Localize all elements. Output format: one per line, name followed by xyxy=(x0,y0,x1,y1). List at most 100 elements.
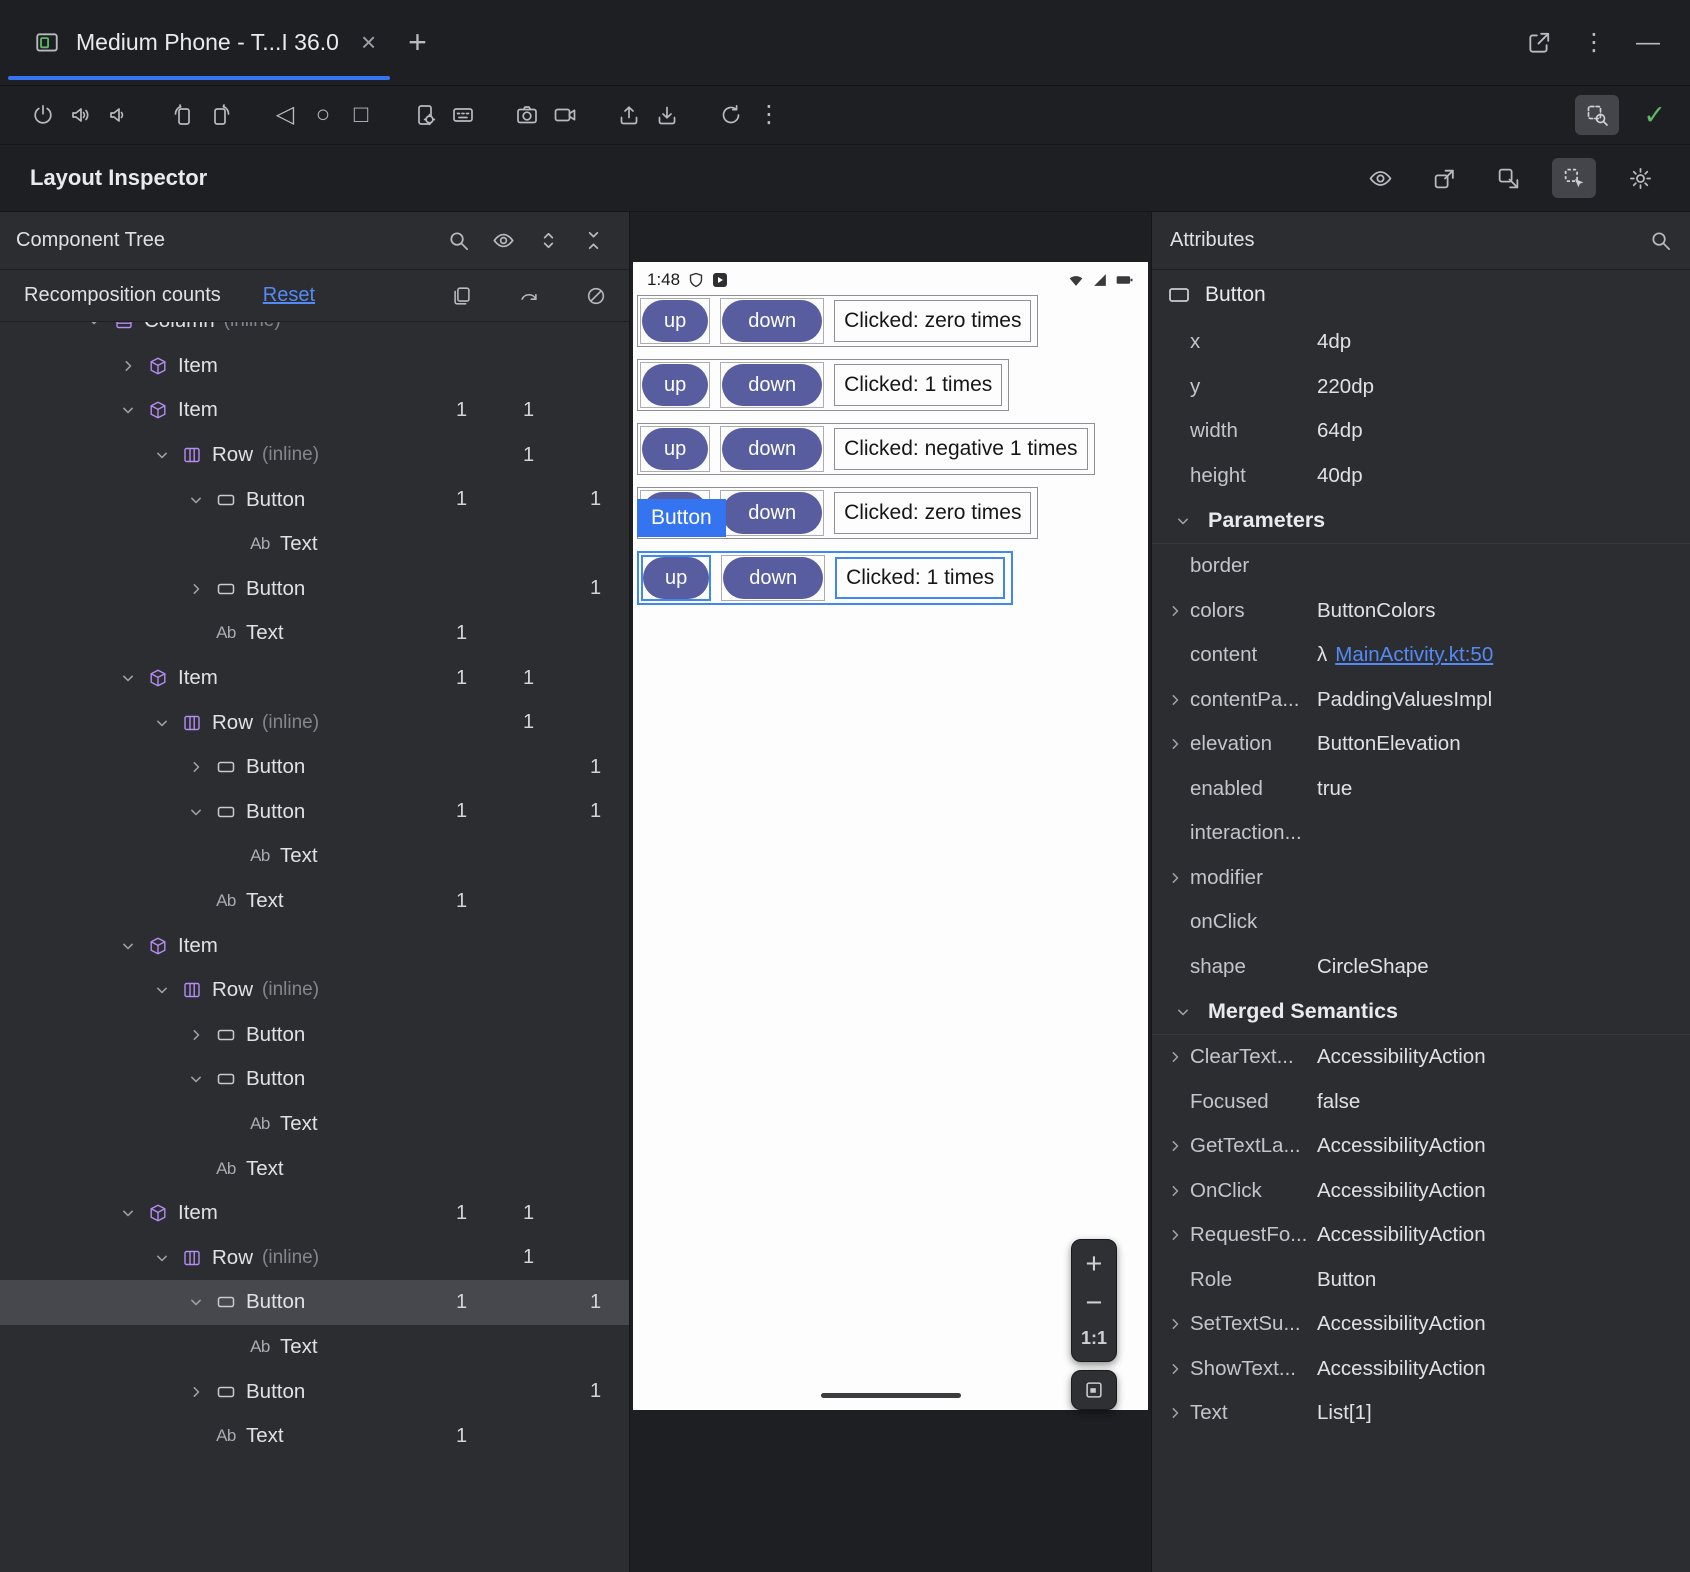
chevron-right-icon[interactable] xyxy=(181,1022,211,1048)
chevron-right-icon[interactable] xyxy=(1160,1124,1190,1169)
chevron-down-icon[interactable] xyxy=(113,933,143,959)
rotate-right-icon[interactable] xyxy=(202,95,240,135)
attr-row-x[interactable]: x4dp xyxy=(1152,320,1690,365)
tree-row-text[interactable]: AbText xyxy=(0,1325,629,1370)
chevron-right-icon[interactable] xyxy=(1160,589,1190,634)
select-component-icon[interactable] xyxy=(1552,158,1596,198)
power-icon[interactable] xyxy=(24,95,62,135)
attr-row-gettextla-[interactable]: GetTextLa...AccessibilityAction xyxy=(1152,1124,1690,1169)
collapse-all-icon[interactable] xyxy=(582,229,605,252)
chevron-right-icon[interactable] xyxy=(1160,1213,1190,1258)
tree-row-item[interactable]: Item11 xyxy=(0,1191,629,1236)
chevron-down-icon[interactable] xyxy=(79,322,109,334)
chevron-down-icon[interactable] xyxy=(147,1245,177,1271)
tab-close-icon[interactable]: × xyxy=(361,27,376,58)
screenshot-camera-icon[interactable] xyxy=(508,95,546,135)
tree-row-text[interactable]: AbText xyxy=(0,522,629,567)
chevron-down-icon[interactable] xyxy=(181,1066,211,1092)
tree-row-row[interactable]: Row(inline)1 xyxy=(0,700,629,745)
device-screen[interactable]: 1:48 updownClicked: zero timesupdownClic… xyxy=(633,262,1148,1410)
chevron-down-icon[interactable] xyxy=(147,710,177,736)
zoom-fit-button[interactable] xyxy=(1071,1370,1117,1410)
volume-down-icon[interactable] xyxy=(100,95,138,135)
attr-row-text[interactable]: TextList[1] xyxy=(1152,1391,1690,1436)
chevron-down-icon[interactable] xyxy=(181,1289,211,1315)
highlight-eye-icon[interactable] xyxy=(492,229,515,252)
overview-icon[interactable]: □ xyxy=(342,95,380,135)
attr-row-cleartext-[interactable]: ClearText...AccessibilityAction xyxy=(1152,1035,1690,1080)
chevron-down-icon[interactable] xyxy=(1168,508,1198,534)
tree-row-button[interactable]: Button1 xyxy=(0,745,629,790)
chevron-right-icon[interactable] xyxy=(1160,1169,1190,1214)
tree-row-button[interactable]: Button11 xyxy=(0,790,629,835)
attr-row-shape[interactable]: shapeCircleShape xyxy=(1152,945,1690,990)
chevron-down-icon[interactable] xyxy=(113,665,143,691)
navigation-bar-pill[interactable] xyxy=(821,1393,961,1398)
attr-row-onclick[interactable]: onClick xyxy=(1152,900,1690,945)
screen-record-icon[interactable] xyxy=(546,95,584,135)
chevron-right-icon[interactable] xyxy=(1160,1302,1190,1347)
chevron-right-icon[interactable] xyxy=(1160,722,1190,767)
chevron-down-icon[interactable] xyxy=(147,442,177,468)
attr-row-contentpa-[interactable]: contentPa...PaddingValuesImpl xyxy=(1152,678,1690,723)
attr-row-modifier[interactable]: modifier xyxy=(1152,856,1690,901)
chevron-right-icon[interactable] xyxy=(1160,1035,1190,1080)
chevron-down-icon[interactable] xyxy=(181,799,211,825)
tree-row-button[interactable]: Button xyxy=(0,1057,629,1102)
import-snapshot-icon[interactable] xyxy=(1488,158,1528,198)
add-tab-button[interactable]: + xyxy=(408,24,427,61)
source-link[interactable]: MainActivity.kt:50 xyxy=(1335,643,1493,667)
attr-row-y[interactable]: y220dp xyxy=(1152,365,1690,410)
home-icon[interactable]: ○ xyxy=(304,95,342,135)
chevron-right-icon[interactable] xyxy=(1160,678,1190,723)
attr-row-requestfo-[interactable]: RequestFo...AccessibilityAction xyxy=(1152,1213,1690,1258)
selected-component-row[interactable]: Button xyxy=(1152,270,1690,320)
chevron-right-icon[interactable] xyxy=(181,1379,211,1405)
chevron-right-icon[interactable] xyxy=(181,576,211,602)
attr-row-content[interactable]: contentλMainActivity.kt:50 xyxy=(1152,633,1690,678)
chevron-down-icon[interactable] xyxy=(1168,999,1198,1025)
tree-row-text[interactable]: AbText1 xyxy=(0,1414,629,1459)
up-button[interactable]: up xyxy=(642,364,708,406)
tree-row-item[interactable]: Item xyxy=(0,344,629,389)
tree-row-item[interactable]: Item xyxy=(0,923,629,968)
down-button[interactable]: down xyxy=(722,364,822,406)
up-button[interactable]: up xyxy=(643,557,709,599)
attr-row-onclick[interactable]: OnClickAccessibilityAction xyxy=(1152,1169,1690,1214)
device-settings-icon[interactable] xyxy=(406,95,444,135)
tree-row-text[interactable]: AbText1 xyxy=(0,611,629,656)
attr-section-parameters[interactable]: Parameters xyxy=(1152,498,1690,544)
tree-row-text[interactable]: AbText1 xyxy=(0,879,629,924)
virtual-input-icon[interactable] xyxy=(444,95,482,135)
reset-counts-link[interactable]: Reset xyxy=(263,284,315,307)
down-button[interactable]: down xyxy=(723,557,823,599)
down-button[interactable]: down xyxy=(722,492,822,534)
attr-row-focused[interactable]: Focusedfalse xyxy=(1152,1080,1690,1125)
attributes-search-icon[interactable] xyxy=(1649,229,1672,252)
down-button[interactable]: down xyxy=(722,300,822,342)
toolbar-more-icon[interactable]: ⋮ xyxy=(750,95,788,135)
chevron-right-icon[interactable] xyxy=(1160,856,1190,901)
tree-row-button[interactable]: Button1 xyxy=(0,1369,629,1414)
tree-row-row[interactable]: Row(inline) xyxy=(0,968,629,1013)
zoom-reset-button[interactable]: 1:1 xyxy=(1081,1328,1107,1349)
search-icon[interactable] xyxy=(447,229,470,252)
tree-row-button[interactable]: Button xyxy=(0,1013,629,1058)
chevron-right-icon[interactable] xyxy=(1160,1347,1190,1392)
attr-row-role[interactable]: RoleButton xyxy=(1152,1258,1690,1303)
up-button[interactable]: up xyxy=(642,428,708,470)
pick-process-icon[interactable] xyxy=(1575,95,1619,135)
attr-row-border[interactable]: border xyxy=(1152,544,1690,589)
back-icon[interactable]: ◁ xyxy=(266,95,304,135)
chevron-down-icon[interactable] xyxy=(113,397,143,423)
tree-row-text[interactable]: AbText xyxy=(0,1146,629,1191)
attr-row-width[interactable]: width64dp xyxy=(1152,409,1690,454)
settings-gear-icon[interactable] xyxy=(1620,158,1660,198)
visibility-eye-icon[interactable] xyxy=(1360,158,1400,198)
tab-medium-phone[interactable]: Medium Phone - T...I 36.0 × xyxy=(0,0,400,85)
tree-row-item[interactable]: Item11 xyxy=(0,656,629,701)
zoom-in-button[interactable]: + xyxy=(1086,1250,1103,1279)
tree-row-button[interactable]: Button1 xyxy=(0,567,629,612)
tree-row-item[interactable]: Item11 xyxy=(0,388,629,433)
tree-row-text[interactable]: AbText xyxy=(0,834,629,879)
